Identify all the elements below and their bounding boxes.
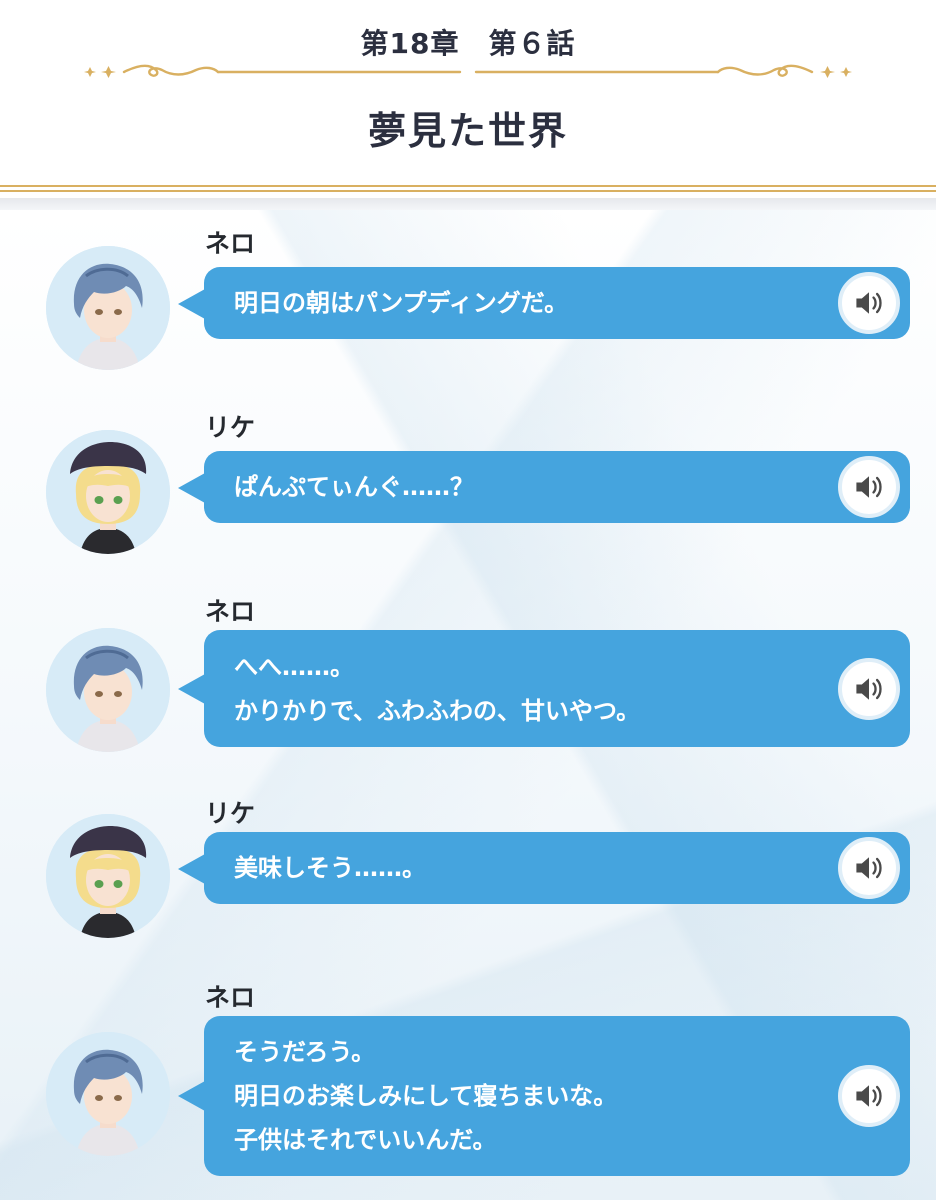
dialogue-line: 子供はそれでいいんだ。 [234,1126,497,1154]
speaker-name: リケ [205,413,256,442]
voice-play-button[interactable] [838,837,900,899]
avatar-rike [46,814,170,938]
voice-play-button[interactable] [838,1065,900,1127]
star-icon [101,66,116,78]
dialogue-line: ぱんぷてぃんぐ……？ [234,473,474,501]
speech-bubble: そうだろう。 明日のお楽しみにして寝ちまいな。 子供はそれでいいんだ。 [178,1016,910,1176]
star-icon [840,67,852,77]
avatar-nero [46,628,170,752]
star-icon [84,67,96,77]
speaker-volume-icon [856,677,882,700]
speaker-name: リケ [205,799,256,828]
dialogue-line: へへ……。 [234,652,354,681]
speech-bubble: 明日の朝はパンプディングだ。 [178,267,910,339]
speaker-name: ネロ [205,983,256,1012]
gold-ornament-divider [84,64,852,78]
dialogue-line: かりかりで、ふわふわの、甘いやつ。 [234,696,641,725]
story-dialogue: ネロ 明日の朝はパンプディングだ。 リケ ぱんぷてぃんぐ……？ ネロ へへ……。… [0,210,936,1200]
dialogue-line: そうだろう。 [234,1038,376,1066]
header-gold-border [0,185,936,192]
speaker-volume-icon [856,1085,882,1107]
speech-bubble: ぱんぷてぃんぐ……？ [178,451,910,523]
voice-play-button[interactable] [838,657,900,720]
dialogue-line: 明日のお楽しみにして寝ちまいな。 [234,1082,618,1110]
speaker-volume-icon [856,857,882,879]
star-icon [820,66,835,78]
speech-bubble: 美味しそう……。 [178,832,910,904]
dialogue-line: 明日の朝はパンプディングだ。 [234,289,569,317]
avatar-nero [46,1032,170,1156]
speaker-volume-icon [856,476,882,498]
speaker-name: ネロ [205,229,256,258]
speaker-volume-icon [856,292,882,314]
chapter-header: 第18章 第６話 夢見た世界 [0,0,936,196]
chapter-number: 第18章 第６話 [360,27,576,60]
episode-title: 夢見た世界 [367,109,568,153]
avatar-rike [46,430,170,554]
header-shadow-strip [0,198,936,210]
speaker-name: ネロ [205,597,256,626]
voice-play-button[interactable] [838,456,900,518]
voice-play-button[interactable] [838,272,900,334]
avatar-nero [46,246,170,370]
dialogue-line: 美味しそう……。 [234,854,426,882]
speech-bubble: へへ……。 かりかりで、ふわふわの、甘いやつ。 [178,630,910,747]
